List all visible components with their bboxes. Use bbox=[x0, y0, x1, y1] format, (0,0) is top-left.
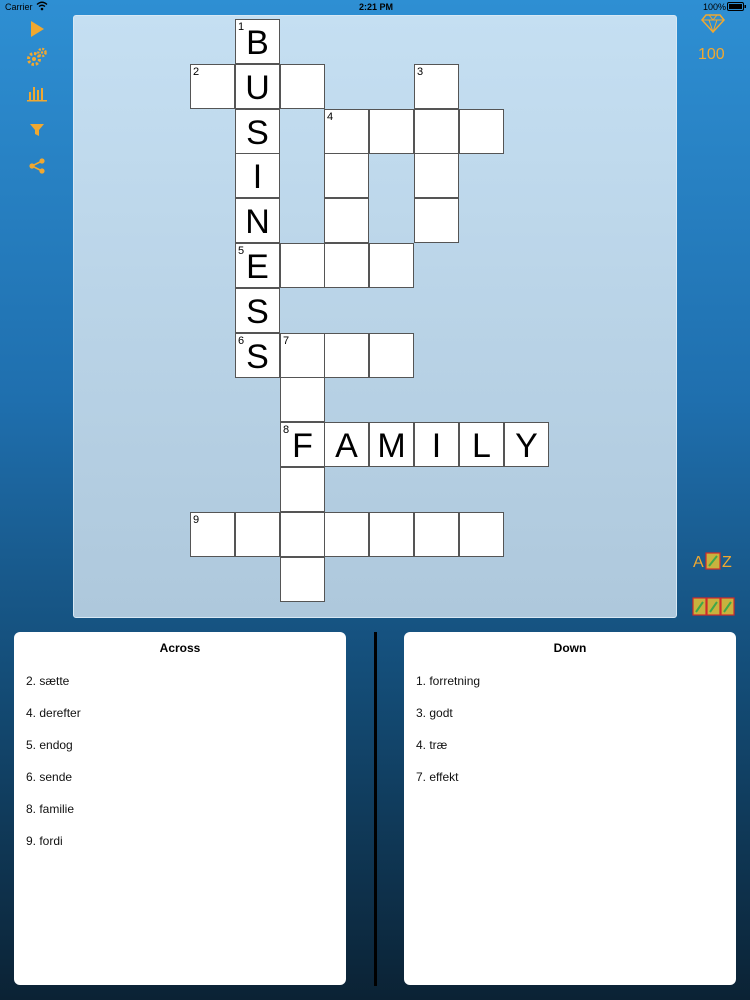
crossword-cell[interactable]: S bbox=[235, 288, 280, 333]
score-counter: 100 bbox=[698, 46, 725, 63]
crossword-cell[interactable] bbox=[414, 198, 459, 243]
clue-number: 3 bbox=[417, 66, 424, 78]
cell-letter: I bbox=[252, 158, 263, 196]
crossword-cell[interactable]: M bbox=[369, 422, 414, 467]
crossword-cell[interactable] bbox=[324, 243, 369, 288]
filter-icon[interactable] bbox=[22, 115, 52, 145]
crossword-panel: 1B2U3S4IN5ES6S78FAMILY9 bbox=[73, 15, 677, 618]
cell-letter: M bbox=[377, 427, 406, 465]
crossword-cell[interactable] bbox=[280, 512, 325, 557]
clue-number: 5 bbox=[238, 245, 245, 257]
crossword-cell[interactable]: 3 bbox=[414, 64, 459, 109]
crossword-cell[interactable] bbox=[369, 109, 414, 154]
across-clue-9[interactable]: 9. fordi bbox=[26, 834, 63, 848]
down-clue-7[interactable]: 7. effekt bbox=[416, 770, 458, 784]
crossword-cell[interactable]: Y bbox=[504, 422, 549, 467]
crossword-cell[interactable] bbox=[414, 109, 459, 154]
clock: 2:21 PM bbox=[359, 2, 394, 12]
crossword-cell[interactable] bbox=[280, 377, 325, 422]
crossword-cell[interactable]: 7 bbox=[280, 333, 325, 378]
crossword-cell[interactable]: 9 bbox=[190, 512, 235, 557]
crossword-cell[interactable]: I bbox=[414, 422, 459, 467]
crossword-cell[interactable] bbox=[280, 64, 325, 109]
across-clue-4[interactable]: 4. derefter bbox=[26, 706, 81, 720]
cell-letter: A bbox=[335, 427, 358, 465]
crossword-cell[interactable] bbox=[280, 243, 325, 288]
crossword-cell[interactable]: L bbox=[459, 422, 504, 467]
down-clue-3[interactable]: 3. godt bbox=[416, 706, 453, 720]
crossword-cell[interactable] bbox=[324, 333, 369, 378]
crossword-cell[interactable]: 4 bbox=[324, 109, 369, 154]
down-clue-4[interactable]: 4. træ bbox=[416, 738, 447, 752]
crossword-cell[interactable]: S bbox=[235, 109, 280, 154]
crossword-cell[interactable]: 8F bbox=[280, 422, 325, 467]
clue-number: 9 bbox=[193, 514, 200, 526]
share-icon[interactable] bbox=[22, 151, 52, 181]
crossword-cell[interactable] bbox=[324, 153, 369, 198]
crossword-cell[interactable] bbox=[459, 512, 504, 557]
stats-chart-icon[interactable] bbox=[22, 78, 52, 108]
cell-letter: N bbox=[245, 203, 270, 241]
az-z-label: Z bbox=[722, 554, 732, 571]
crossword-cell[interactable] bbox=[324, 512, 369, 557]
clue-number: 2 bbox=[193, 66, 200, 78]
cell-letter: B bbox=[246, 24, 269, 62]
clue-number: 1 bbox=[238, 21, 245, 33]
crossword-cell[interactable] bbox=[369, 243, 414, 288]
diamond-icon bbox=[701, 13, 725, 38]
cell-letter: Y bbox=[515, 427, 538, 465]
across-clue-5[interactable]: 5. endog bbox=[26, 738, 73, 752]
settings-gears-icon[interactable] bbox=[22, 42, 52, 72]
clue-divider bbox=[374, 632, 377, 986]
crossword-cell[interactable]: 5E bbox=[235, 243, 280, 288]
crossword-grid: 1B2U3S4IN5ES6S78FAMILY9 bbox=[74, 16, 676, 617]
battery-percent: 100% bbox=[703, 2, 727, 12]
crossword-cell[interactable] bbox=[369, 512, 414, 557]
cell-letter: I bbox=[431, 427, 442, 465]
cell-letter: S bbox=[246, 338, 269, 376]
carrier-label: Carrier bbox=[5, 2, 33, 12]
crossword-cell[interactable] bbox=[414, 153, 459, 198]
clue-number: 7 bbox=[283, 335, 290, 347]
cell-letter: S bbox=[246, 293, 269, 331]
cell-letter: L bbox=[472, 427, 491, 465]
cell-letter: S bbox=[246, 114, 269, 152]
across-clue-2[interactable]: 2. sætte bbox=[26, 674, 69, 688]
crossword-cell[interactable]: U bbox=[235, 64, 280, 109]
across-clues-panel: Across 2. sætte 4. derefter 5. endog 6. … bbox=[14, 632, 346, 985]
crossword-cell[interactable] bbox=[280, 467, 325, 512]
crossword-cell[interactable] bbox=[414, 512, 459, 557]
down-clues-panel: Down 1. forretning 3. godt 4. træ 7. eff… bbox=[404, 632, 736, 985]
clue-number: 6 bbox=[238, 335, 245, 347]
crossword-cell[interactable]: 6S bbox=[235, 333, 280, 378]
crossword-cell[interactable]: A bbox=[324, 422, 369, 467]
clue-number: 8 bbox=[283, 424, 290, 436]
reveal-word-button[interactable] bbox=[692, 596, 736, 618]
crossword-cell[interactable] bbox=[324, 198, 369, 243]
reveal-letter-button[interactable]: A Z bbox=[692, 550, 736, 572]
battery-icon bbox=[727, 2, 747, 13]
status-bar: Carrier 2:21 PM 100% bbox=[0, 0, 750, 14]
wifi-icon bbox=[36, 1, 48, 13]
crossword-cell[interactable]: 1B bbox=[235, 19, 280, 64]
cell-letter: E bbox=[246, 248, 269, 286]
down-clue-1[interactable]: 1. forretning bbox=[416, 674, 480, 688]
crossword-cell[interactable]: N bbox=[235, 198, 280, 243]
cell-letter: F bbox=[292, 427, 313, 465]
crossword-cell[interactable]: I bbox=[235, 153, 280, 198]
down-title: Down bbox=[553, 641, 587, 655]
across-clue-6[interactable]: 6. sende bbox=[26, 770, 72, 784]
az-a-label: A bbox=[693, 554, 704, 571]
crossword-cell[interactable] bbox=[235, 512, 280, 557]
across-title: Across bbox=[159, 641, 201, 655]
play-icon[interactable] bbox=[22, 14, 52, 44]
crossword-cell[interactable] bbox=[280, 557, 325, 602]
crossword-cell[interactable]: 2 bbox=[190, 64, 235, 109]
crossword-cell[interactable] bbox=[459, 109, 504, 154]
cell-letter: U bbox=[245, 69, 270, 107]
clue-number: 4 bbox=[327, 111, 334, 123]
across-clue-8[interactable]: 8. familie bbox=[26, 802, 74, 816]
crossword-cell[interactable] bbox=[369, 333, 414, 378]
